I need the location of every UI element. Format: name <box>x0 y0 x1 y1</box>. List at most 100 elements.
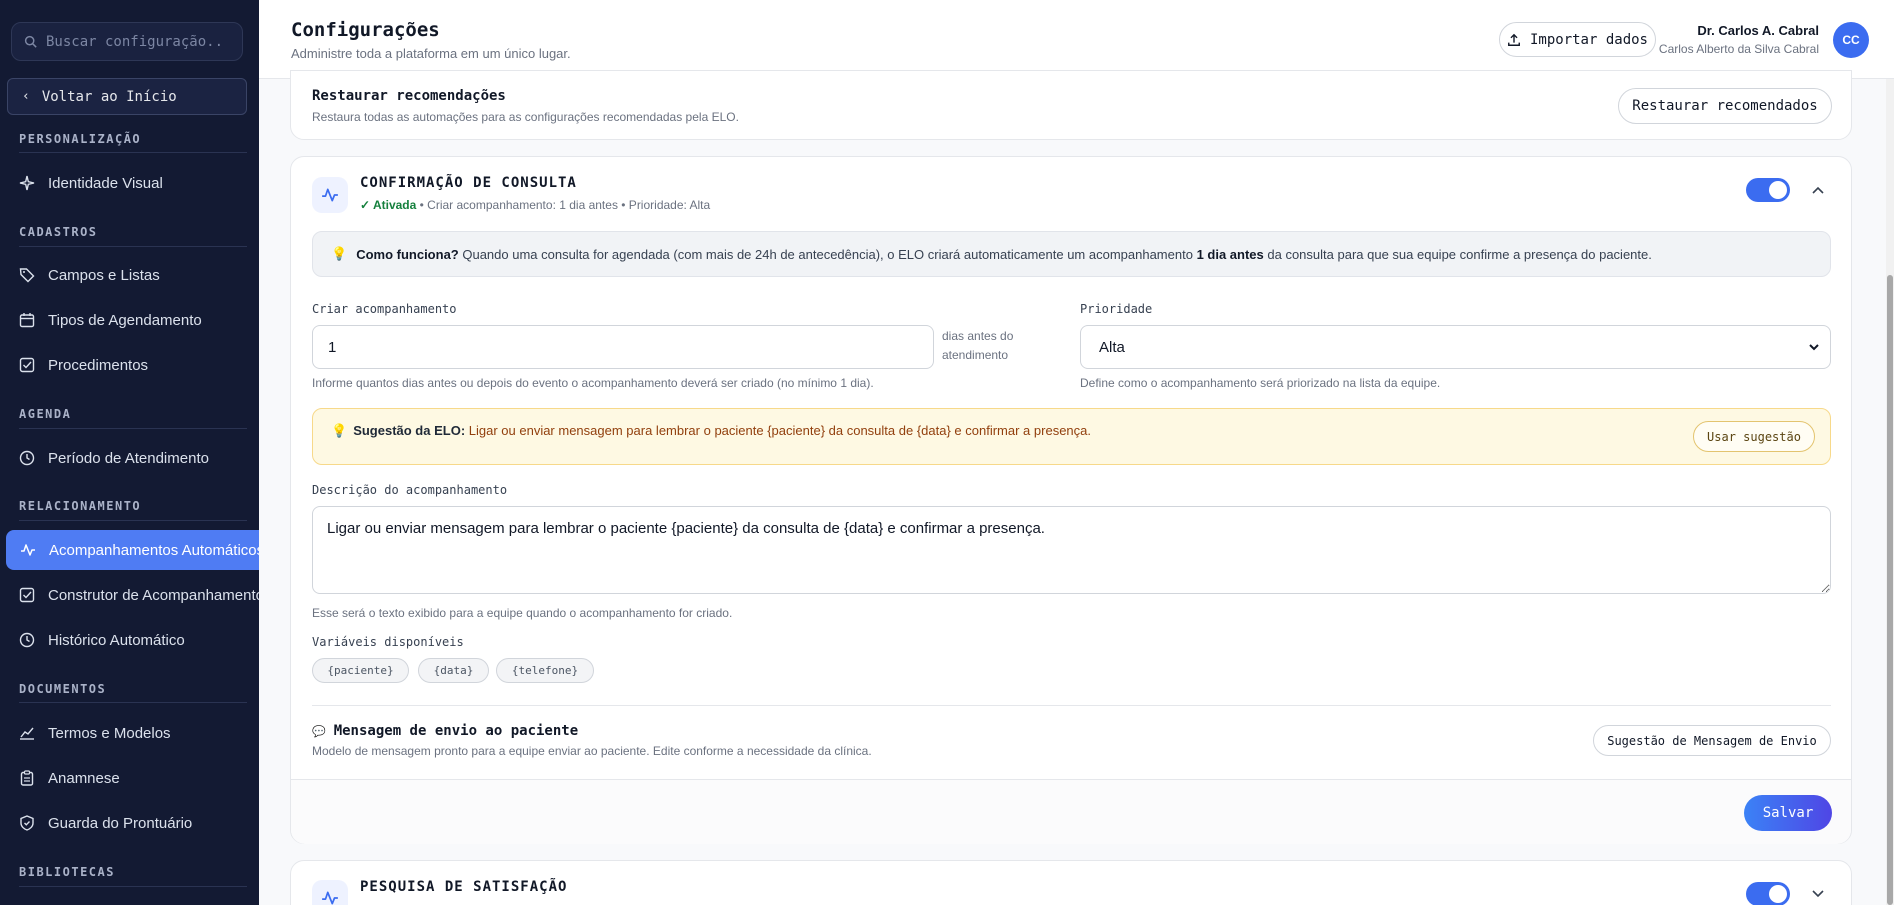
activity-icon-box <box>312 880 348 905</box>
sidebar-item-label: Identidade Visual <box>48 174 163 192</box>
top-header: Configurações Administre toda a platafor… <box>259 0 1894 79</box>
back-home-button[interactable]: ‹ Voltar ao Início <box>7 78 247 115</box>
import-data-button[interactable]: Importar dados <box>1499 22 1656 57</box>
variable-chip-data[interactable]: {data} <box>418 658 489 683</box>
info-text: Quando uma consulta for agendada (com ma… <box>458 246 1197 262</box>
sidebar-item-procedimentos[interactable]: Procedimentos <box>19 345 148 385</box>
sidebar-item-label: Guarda do Prontuário <box>48 814 193 832</box>
section-relacionamento: RELACIONAMENTO <box>19 499 142 513</box>
create-days-input[interactable] <box>312 325 934 369</box>
description-help: Esse será o texto exibido para a equipe … <box>312 606 733 620</box>
sidebar-item-label: Tipos de Agendamento <box>48 311 202 329</box>
lightbulb-icon: 💡 <box>331 423 348 438</box>
shield-check-icon <box>20 815 34 831</box>
variable-chip-telefone[interactable]: {telefone} <box>496 658 594 683</box>
sidebar-item-identidade-visual[interactable]: Identidade Visual <box>19 163 163 203</box>
clipboard-icon <box>20 770 34 786</box>
checkbox-icon <box>19 587 35 603</box>
import-data-label: Importar dados <box>1529 31 1648 48</box>
priority-value: Alta <box>1099 338 1125 356</box>
tag-icon <box>19 268 35 283</box>
sidebar-item-construtor-acompanhamentos[interactable]: Construtor de Acompanhamentos <box>19 575 259 615</box>
suggestion-body: Ligar ou enviar mensagem para lembrar o … <box>465 423 1091 438</box>
message-title-text: Mensagem de envio ao paciente <box>333 723 579 739</box>
description-label: Descrição do acompanhamento <box>312 483 508 497</box>
sidebar-item-label: Construtor de Acompanhamentos <box>48 586 259 604</box>
info-text-2: da consulta para que sua equipe confirme… <box>1263 246 1652 262</box>
search-input[interactable] <box>46 33 226 50</box>
sidebar-item-label: Termos e Modelos <box>48 724 171 742</box>
card-title: CONFIRMAÇÃO DE CONSULTA <box>360 175 577 191</box>
calendar-icon <box>19 313 35 328</box>
save-button[interactable]: Salvar <box>1744 795 1832 831</box>
section-cadastros: CADASTROS <box>19 225 98 239</box>
card-title: PESQUISA DE SATISFAÇÃO <box>360 879 568 895</box>
how-it-works-banner: 💡 Como funciona? Quando uma consulta for… <box>312 231 1831 277</box>
sidebar-item-guarda-prontuario[interactable]: Guarda do Prontuário <box>19 803 192 843</box>
enable-toggle[interactable] <box>1746 882 1790 905</box>
divider <box>19 246 247 247</box>
sidebar-item-label: Procedimentos <box>48 356 149 374</box>
activity-icon <box>322 891 338 905</box>
page-subtitle: Administre toda a plataforma em um único… <box>291 46 571 61</box>
sidebar: ‹ Voltar ao Início PERSONALIZAÇÃO Identi… <box>0 0 259 905</box>
activity-icon <box>21 544 35 556</box>
checkbox-icon <box>19 357 35 373</box>
sparkle-icon <box>19 175 35 191</box>
create-label: Criar acompanhamento <box>312 302 457 316</box>
section-bibliotecas: BIBLIOTECAS <box>19 865 115 879</box>
enable-toggle[interactable] <box>1746 178 1790 202</box>
sidebar-item-label: Acompanhamentos Automáticos <box>49 541 259 559</box>
clock-icon <box>19 450 35 466</box>
variable-chip-paciente[interactable]: {paciente} <box>312 658 409 683</box>
activity-icon <box>322 188 338 202</box>
sidebar-item-acompanhamentos-automaticos[interactable]: Acompanhamentos Automáticos <box>6 530 259 570</box>
chevron-down-icon[interactable] <box>1812 889 1824 899</box>
chevron-left-icon: ‹ <box>22 89 30 104</box>
user-full-name: Carlos Alberto da Silva Cabral <box>1658 42 1819 56</box>
avatar[interactable]: CC <box>1833 22 1869 58</box>
restore-description: Restaura todas as automações para as con… <box>312 110 739 124</box>
priority-select[interactable]: Alta <box>1080 325 1831 369</box>
section-agenda: AGENDA <box>19 407 72 421</box>
trend-chart-icon <box>20 727 34 740</box>
restore-card: Restaurar recomendações Restaura todas a… <box>290 70 1852 140</box>
create-help: Informe quantos dias antes ou depois do … <box>312 376 874 390</box>
sidebar-item-label: Anamnese <box>48 769 120 787</box>
sidebar-search[interactable] <box>11 22 243 61</box>
main-scrollbar[interactable] <box>1886 79 1894 905</box>
card-footer: Salvar <box>291 779 1851 844</box>
card-meta-text: • Criar acompanhamento: 1 dia antes • Pr… <box>416 198 711 212</box>
sidebar-item-label: Campos e Listas <box>48 266 160 284</box>
back-home-label: Voltar ao Início <box>41 88 177 105</box>
clock-icon <box>19 632 35 648</box>
suggestion-text: 💡 Sugestão da ELO: Ligar ou enviar mensag… <box>331 423 1091 439</box>
create-suffix: dias antes do atendimento <box>942 329 1014 362</box>
sidebar-item-periodo-atendimento[interactable]: Período de Atendimento <box>19 438 209 478</box>
chevron-up-icon[interactable] <box>1812 185 1824 195</box>
activity-icon-box <box>312 177 348 213</box>
scrollbar-thumb[interactable] <box>1887 275 1893 905</box>
priority-help: Define como o acompanhamento será priori… <box>1080 376 1441 390</box>
variables-label: Variáveis disponíveis <box>312 635 464 649</box>
card-meta: ✓ Ativada • Criar acompanhamento: 1 dia … <box>360 198 710 212</box>
sidebar-item-termos-modelos[interactable]: Termos e Modelos <box>19 713 171 753</box>
user-name: Dr. Carlos A. Cabral <box>1697 23 1819 38</box>
section-documentos: DOCUMENTOS <box>19 682 107 696</box>
lightbulb-icon: 💡 <box>331 246 348 261</box>
description-textarea[interactable]: Ligar ou enviar mensagem para lembrar o … <box>312 506 1831 594</box>
use-suggestion-button[interactable]: Usar sugestão <box>1693 421 1815 452</box>
chevron-down-icon <box>1809 344 1819 351</box>
divider <box>19 886 247 887</box>
divider <box>19 520 247 521</box>
search-icon <box>24 35 37 48</box>
sidebar-item-tipos-agendamento[interactable]: Tipos de Agendamento <box>19 300 202 340</box>
sidebar-item-historico-automatico[interactable]: Histórico Automático <box>19 620 185 660</box>
sidebar-item-anamnese[interactable]: Anamnese <box>19 758 120 798</box>
info-label: Como funciona? <box>356 246 459 262</box>
sidebar-item-campos-listas[interactable]: Campos e Listas <box>19 255 160 295</box>
restore-recommended-button[interactable]: Restaurar recomendados <box>1618 88 1832 124</box>
message-suggestion-button[interactable]: Sugestão de Mensagem de Envio <box>1593 725 1831 756</box>
suggestion-label: Sugestão da ELO: <box>353 423 466 438</box>
message-title: 💬 Mensagem de envio ao paciente <box>312 723 578 739</box>
